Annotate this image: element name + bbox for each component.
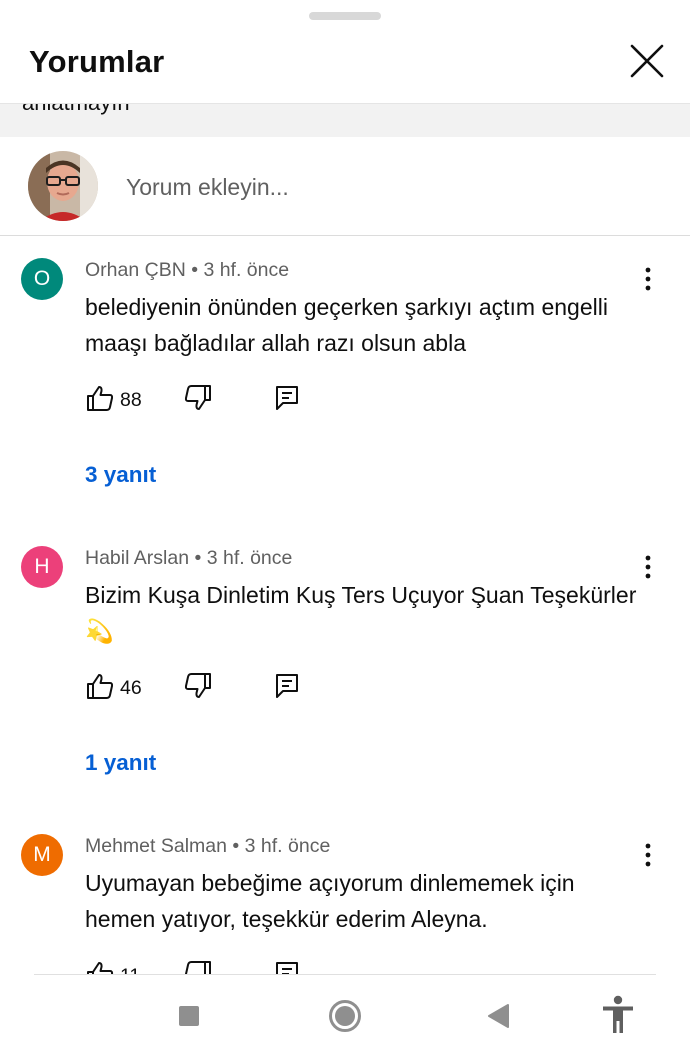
reply-button[interactable]: [273, 671, 301, 701]
close-button[interactable]: [628, 42, 666, 80]
comment-text: belediyenin önünden geçerken şarkıyı açt…: [85, 294, 608, 356]
accessibility-icon: [603, 995, 633, 1033]
more-vert-icon: [645, 843, 651, 867]
like-button[interactable]: [85, 959, 115, 974]
back-button[interactable]: [486, 1003, 510, 1029]
comment-icon: [276, 674, 298, 698]
close-icon: [630, 44, 664, 78]
thumb-down-icon: [184, 673, 211, 698]
pinned-comment-strip: anlatmayın: [0, 104, 690, 137]
triangle-back-icon: [488, 1004, 509, 1028]
like-count: 46: [120, 677, 142, 699]
comment-meta: Mehmet Salman • 3 hf. önce: [85, 835, 331, 857]
accessibility-button[interactable]: [601, 995, 635, 1035]
comments-header: Yorumlar: [0, 0, 690, 104]
comment-text: Bizim Kuşa Dinletim Kuş Ters Uçuyor Şuan…: [85, 582, 637, 644]
thumb-up-icon: [87, 962, 114, 974]
add-comment-row: [0, 137, 690, 236]
comment-list: O Orhan ÇBN • 3 hf. önce belediyenin önü…: [0, 237, 690, 974]
comment-menu-button[interactable]: [636, 841, 660, 869]
recents-button[interactable]: [178, 1005, 200, 1027]
comment-icon: [276, 962, 298, 974]
reply-button[interactable]: [273, 959, 301, 974]
comment-item: O Orhan ÇBN • 3 hf. önce belediyenin önü…: [0, 237, 690, 525]
comment-text: Uyumayan bebeğime açıyorum dinlememek iç…: [85, 870, 575, 932]
comment-meta: Orhan ÇBN • 3 hf. önce: [85, 259, 290, 281]
like-button[interactable]: [85, 383, 115, 413]
comments-sheet: Yorumlar anlatmayın: [0, 0, 690, 1057]
thumb-down-icon: [184, 385, 211, 410]
drag-handle[interactable]: [309, 12, 381, 20]
circle-icon: [329, 1000, 361, 1032]
comment-item: H Habil Arslan • 3 hf. önce Bizim Kuşa D…: [0, 525, 690, 813]
comment-menu-button[interactable]: [636, 553, 660, 581]
thumb-up-icon: [87, 386, 114, 411]
more-vert-icon: [645, 267, 651, 291]
home-button[interactable]: [328, 999, 362, 1033]
comment-actions: 11: [85, 959, 325, 974]
more-vert-icon: [645, 555, 651, 579]
comment-actions: 88: [85, 383, 325, 415]
dislike-button[interactable]: [183, 959, 213, 974]
comment-meta: Habil Arslan • 3 hf. önce: [85, 547, 293, 569]
like-count: 11: [120, 965, 140, 974]
like-count: 88: [120, 389, 142, 411]
reply-button[interactable]: [273, 383, 301, 413]
pinned-comment-text: anlatmayın: [22, 104, 130, 116]
commenter-avatar[interactable]: M: [21, 834, 63, 876]
dislike-button[interactable]: [183, 383, 213, 413]
square-icon: [179, 1006, 199, 1026]
comment-item: M Mehmet Salman • 3 hf. önce Uyumayan be…: [0, 813, 690, 974]
thumb-down-icon: [184, 961, 211, 974]
commenter-avatar[interactable]: H: [21, 546, 63, 588]
like-button[interactable]: [85, 671, 115, 701]
avatar: [28, 151, 98, 221]
commenter-avatar[interactable]: O: [21, 258, 63, 300]
view-replies-link[interactable]: 1 yanıt: [85, 750, 156, 776]
system-nav-bar: [0, 975, 690, 1057]
comment-actions: 46: [85, 671, 325, 703]
dislike-button[interactable]: [183, 671, 213, 701]
view-replies-link[interactable]: 3 yanıt: [85, 462, 156, 488]
comment-menu-button[interactable]: [636, 265, 660, 293]
panel-title: Yorumlar: [29, 44, 165, 79]
comment-input[interactable]: [126, 170, 646, 204]
comment-icon: [276, 386, 298, 410]
thumb-up-icon: [87, 674, 114, 699]
